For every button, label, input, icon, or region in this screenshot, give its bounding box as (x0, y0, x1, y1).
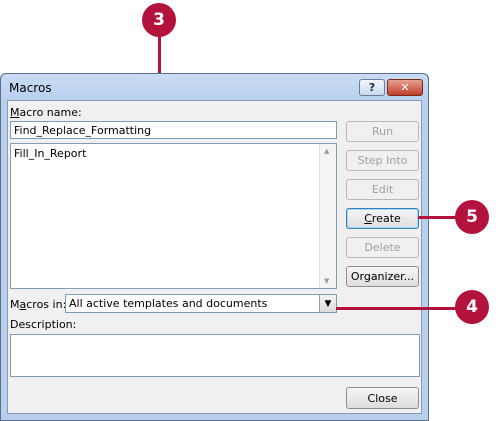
dialog-title: Macros (9, 81, 52, 95)
macro-name-input[interactable]: Find_Replace_Formatting (10, 121, 337, 139)
callout-line-4 (336, 307, 456, 310)
help-button[interactable]: ? (359, 79, 385, 96)
delete-button[interactable]: Delete (346, 237, 419, 258)
macro-list[interactable]: Fill_In_Report ▲ ▼ (10, 143, 337, 289)
description-field[interactable] (10, 334, 420, 377)
scroll-up-icon[interactable]: ▲ (324, 147, 329, 155)
dropdown-arrow-icon[interactable]: ▼ (319, 295, 336, 312)
create-button[interactable]: Create (346, 208, 419, 229)
macros-in-label: Macros in: (10, 298, 67, 311)
run-button[interactable]: Run (346, 121, 419, 142)
callout-step-3: 3 (142, 3, 176, 37)
macro-name-label: Macro name: (10, 106, 82, 119)
close-icon: ✕ (400, 81, 410, 94)
list-scrollbar[interactable]: ▲ ▼ (319, 144, 336, 288)
macros-dialog: Macros ? ✕ Macro name: Find_Replace_Form… (0, 73, 429, 421)
list-item[interactable]: Fill_In_Report (14, 147, 86, 160)
macros-in-value: All active templates and documents (69, 297, 268, 310)
dialog-body: Macro name: Find_Replace_Formatting Fill… (7, 100, 422, 414)
step-into-button[interactable]: Step Into (346, 150, 419, 171)
macros-in-select[interactable]: All active templates and documents ▼ (65, 294, 337, 313)
scroll-down-icon[interactable]: ▼ (324, 277, 329, 285)
description-label: Description: (10, 318, 77, 331)
organizer-button[interactable]: Organizer... (346, 266, 419, 287)
close-button[interactable]: Close (346, 387, 419, 409)
callout-step-5: 5 (455, 200, 489, 234)
title-bar[interactable]: Macros ? ✕ (1, 74, 428, 100)
close-window-button[interactable]: ✕ (387, 79, 423, 96)
callout-step-4: 4 (455, 290, 489, 324)
callout-line-5 (418, 216, 456, 219)
help-icon: ? (368, 81, 376, 94)
edit-button[interactable]: Edit (346, 179, 419, 200)
